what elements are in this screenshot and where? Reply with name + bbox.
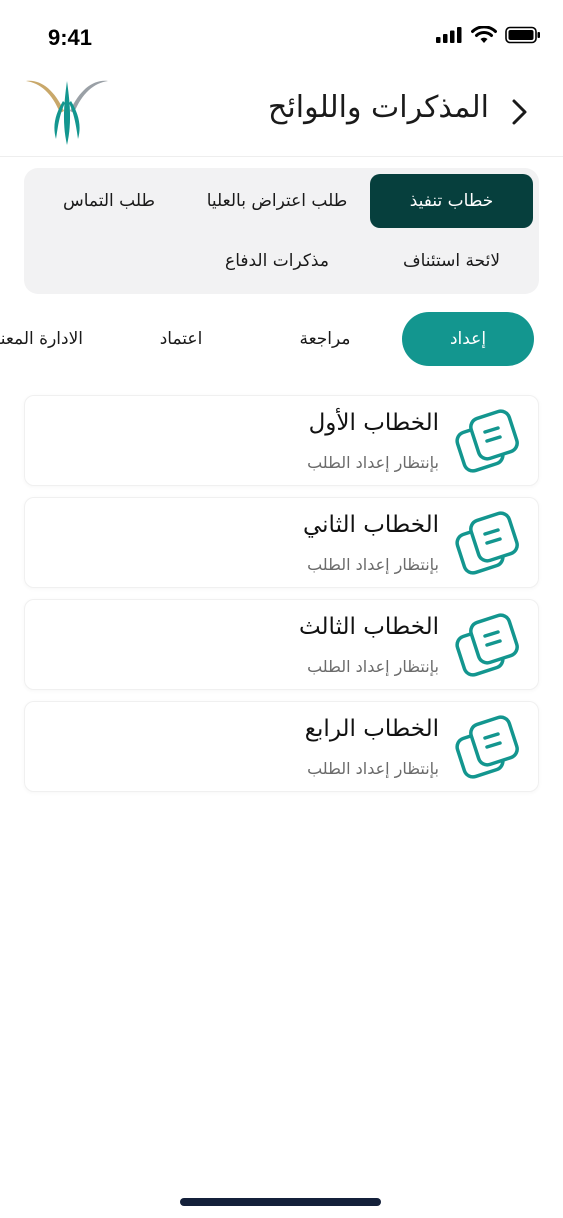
document-status: بإنتظار إعداد الطلب [307,657,439,676]
document-card-1[interactable]: الخطاب الأول بإنتظار إعداد الطلب [24,395,539,486]
document-card-2[interactable]: الخطاب الثاني بإنتظار إعداد الطلب [24,497,539,588]
battery-icon [505,26,540,44]
tab-concerned-department[interactable]: الادارة المعنية [0,312,83,366]
home-indicator[interactable] [180,1198,381,1206]
chevron-right-icon[interactable] [507,96,531,128]
tab-approval[interactable]: اعتماد [116,312,246,366]
ministry-logo [26,80,108,145]
document-title: الخطاب الأول [308,410,439,436]
screen: 9:41 المذكرات واللوائح خطاب تنفيذ طلب اع… [0,0,563,1218]
status-icons [435,26,541,44]
status-time: 9:41 [48,25,93,50]
document-stack-icon [455,409,519,473]
document-card-4[interactable]: الخطاب الرابع بإنتظار إعداد الطلب [24,701,539,792]
cellular-signal-icon [436,27,462,43]
document-title: الخطاب الثاني [302,512,439,538]
document-status: بإنتظار إعداد الطلب [307,453,439,472]
page-title: المذكرات واللوائح [268,90,489,125]
category-panel: خطاب تنفيذ طلب اعتراض بالعليا طلب التماس… [24,168,539,294]
category-defense-memos[interactable]: مذكرات الدفاع [195,234,359,288]
tab-preparation[interactable]: إعداد [402,312,534,366]
category-petition[interactable]: طلب التماس [34,174,184,228]
wifi-icon [471,26,497,43]
document-title: الخطاب الثالث [298,614,439,640]
header-divider [0,156,563,157]
category-supreme-objection[interactable]: طلب اعتراض بالعليا [195,174,359,228]
tab-review[interactable]: مراجعة [260,312,390,366]
document-stack-icon [455,715,519,779]
document-title: الخطاب الرابع [304,716,439,742]
document-card-3[interactable]: الخطاب الثالث بإنتظار إعداد الطلب [24,599,539,690]
document-status: بإنتظار إعداد الطلب [307,759,439,778]
document-stack-icon [455,613,519,677]
category-appeal-brief[interactable]: لائحة استئناف [370,234,533,288]
document-stack-icon [455,511,519,575]
category-execution-letter[interactable]: خطاب تنفيذ [370,174,533,228]
document-status: بإنتظار إعداد الطلب [307,555,439,574]
